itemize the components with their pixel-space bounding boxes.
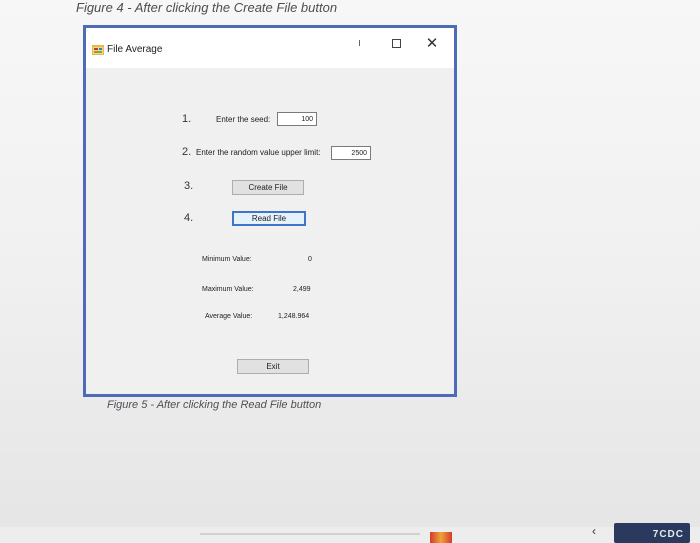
seed-label: Enter the seed: [216,115,271,124]
upper-limit-label: Enter the random value upper limit: [196,148,321,157]
read-file-button[interactable]: Read File [232,211,306,226]
taskbar-badge-text: 7CDC [652,529,684,540]
form-client-area: 1. Enter the seed: 100 2. Enter the rand… [86,68,454,394]
step-3-number: 3. [184,180,194,192]
close-icon: ✕ [425,35,439,52]
taskbar-app-icon[interactable] [430,532,452,543]
seed-input[interactable]: 100 [277,112,317,126]
window-title: File Average [107,44,163,55]
taskbar-badge[interactable]: 7CDC [614,523,690,543]
exit-button[interactable]: Exit [237,359,309,374]
average-value: 1,248.964 [278,313,310,320]
maximize-icon [391,38,401,48]
create-file-button[interactable]: Create File [232,180,304,195]
photo-background: Figure 4 - After clicking the Create Fil… [0,0,700,543]
maximum-value: 2,499 [293,286,311,293]
close-button[interactable]: ✕ [418,32,446,54]
minimize-icon [358,40,360,46]
figure-5-caption: Figure 5 - After clicking the Read File … [107,399,322,411]
maximum-value-label: Maximum Value: [202,286,254,293]
minimum-value: 0 [308,256,312,263]
step-4-number: 4. [184,212,194,224]
maximize-button[interactable] [382,32,410,54]
title-bar[interactable]: File Average ✕ [86,28,454,68]
app-form-icon [92,45,104,55]
step-2-number: 2. [182,146,192,158]
upper-limit-input[interactable]: 2500 [331,146,371,160]
minimize-button[interactable] [345,32,373,54]
figure-4-caption: Figure 4 - After clicking the Create Fil… [76,0,338,15]
step-1-number: 1. [182,113,192,125]
taskbar-divider [200,533,420,535]
file-average-window: File Average ✕ 1. Enter the seed: 100 2.… [83,25,457,397]
average-value-label: Average Value: [205,313,253,320]
chevron-left-icon[interactable]: ‹ [592,524,596,538]
minimum-value-label: Minimum Value: [202,256,252,263]
